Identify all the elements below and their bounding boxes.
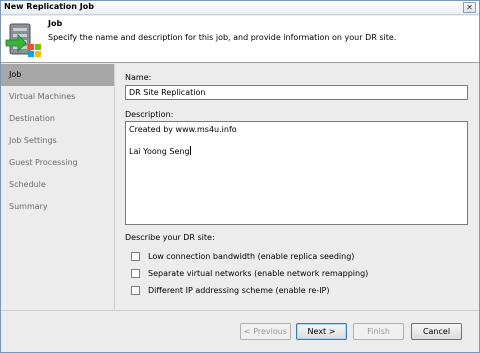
wizard-steps-sidebar: Job Virtual Machines Destination Job Set…: [1, 64, 115, 310]
close-button[interactable]: ✕: [463, 2, 476, 13]
server-replication-icon: [5, 23, 41, 57]
sidebar-item-destination[interactable]: Destination: [1, 108, 114, 130]
dr-site-label: Describe your DR site:: [125, 233, 215, 242]
description-line: Created by www.ms4u.info: [129, 125, 237, 134]
page-title: Job: [48, 19, 63, 28]
description-label: Description:: [125, 110, 174, 119]
low-bandwidth-checkbox[interactable]: [131, 251, 140, 261]
close-icon: ✕: [466, 3, 473, 12]
option-different-ip[interactable]: Different IP addressing scheme (enable r…: [131, 284, 330, 296]
job-form: Name: DR Site Replication Description: C…: [116, 64, 479, 310]
title-bar[interactable]: New Replication Job ✕: [1, 1, 479, 15]
previous-button[interactable]: < Previous: [240, 323, 291, 340]
description-line-with-caret: Lai Yoong Seng: [129, 146, 464, 157]
separate-networks-checkbox[interactable]: [131, 268, 140, 278]
name-label: Name:: [125, 73, 152, 82]
different-ip-checkbox[interactable]: [131, 285, 140, 295]
sidebar-item-summary[interactable]: Summary: [1, 196, 114, 218]
separate-networks-label: Separate virtual networks (enable networ…: [148, 268, 369, 278]
finish-button[interactable]: Finish: [353, 323, 404, 340]
description-line: [129, 135, 464, 146]
sidebar-item-schedule[interactable]: Schedule: [1, 174, 114, 196]
next-button[interactable]: Next >: [296, 323, 347, 340]
low-bandwidth-label: Low connection bandwidth (enable replica…: [148, 251, 355, 261]
option-low-bandwidth[interactable]: Low connection bandwidth (enable replica…: [131, 250, 354, 262]
different-ip-label: Different IP addressing scheme (enable r…: [148, 285, 330, 295]
new-replication-job-dialog: New Replication Job ✕ Job Specify the na…: [0, 0, 480, 353]
option-separate-networks[interactable]: Separate virtual networks (enable networ…: [131, 267, 368, 279]
page-description: Specify the name and description for thi…: [48, 33, 397, 42]
window-title: New Replication Job: [4, 2, 94, 11]
wizard-footer: < Previous Next > Finish Cancel: [1, 310, 479, 352]
description-line: Lai Yoong Seng: [129, 147, 190, 156]
sidebar-item-job[interactable]: Job: [1, 64, 114, 86]
sidebar-item-virtual-machines[interactable]: Virtual Machines: [1, 86, 114, 108]
sidebar-item-guest-processing[interactable]: Guest Processing: [1, 152, 114, 174]
name-field[interactable]: DR Site Replication: [125, 85, 468, 100]
wizard-header: Job Specify the name and description for…: [1, 16, 479, 63]
text-caret: [189, 146, 191, 155]
description-field[interactable]: Created by www.ms4u.info Lai Yoong Seng: [125, 121, 468, 225]
cancel-button[interactable]: Cancel: [411, 323, 462, 340]
sidebar-item-job-settings[interactable]: Job Settings: [1, 130, 114, 152]
